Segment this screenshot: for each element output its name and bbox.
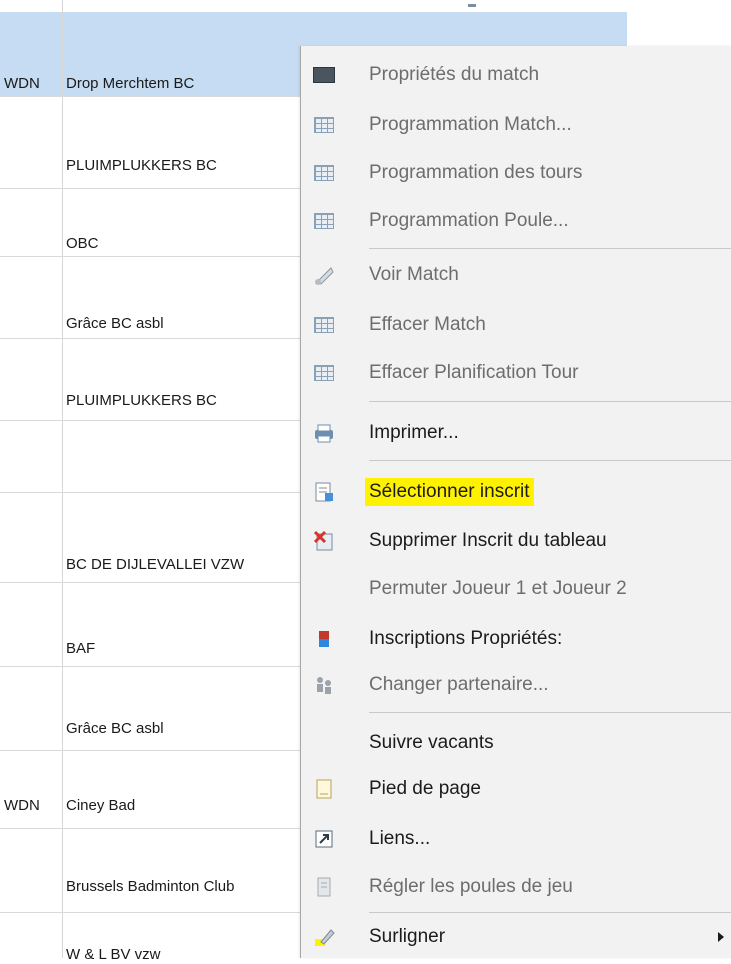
entry-club[interactable]: OBC [66,235,300,253]
menu-item-label: Permuter Joueur 1 et Joueur 2 [369,578,627,599]
match-score-icon [313,64,335,86]
menu-item-change-partner[interactable]: Changer partenaire... [301,662,731,708]
menu-item-match-properties[interactable]: Propriétés du match [301,52,731,98]
menu-item-remove-entry[interactable]: Supprimer Inscrit du tableau [301,518,731,564]
menu-item-label: Surligner [369,926,446,947]
entry-club[interactable]: Drop Merchtem BC [66,75,300,93]
menu-item-label: Effacer Match [369,314,486,335]
menu-item-clear-match[interactable]: Effacer Match [301,302,731,348]
menu-item-label: Liens... [369,828,431,849]
menu-item-links[interactable]: Liens... [301,816,731,862]
row-divider [0,828,300,829]
menu-item-select-entry[interactable]: Sélectionner inscrit [301,469,731,515]
menu-item-label: Régler les poules de jeu [369,876,573,897]
row-divider [0,750,300,751]
menu-item-print[interactable]: Imprimer... [301,410,731,456]
schedule-grid-icon [313,114,335,136]
entry-club[interactable]: BAF [66,640,300,658]
menu-item-entry-properties[interactable]: Inscriptions Propriétés: [301,616,731,662]
delete-entry-icon [313,530,335,552]
menu-separator [369,912,731,913]
menu-item-label: Programmation Poule... [369,210,569,231]
row-divider [0,666,300,667]
menu-item-schedule-pool[interactable]: Programmation Poule... [301,198,731,244]
row-divider [0,188,300,189]
row-divider [0,912,300,913]
menu-item-clear-round-schedule[interactable]: Effacer Planification Tour [301,350,731,396]
menu-separator [369,401,731,402]
menu-item-label: Propriétés du match [369,64,540,85]
menu-separator [369,712,731,713]
entry-properties-icon [313,628,335,650]
schedule-pool-icon [313,210,335,232]
menu-item-label: Pied de page [369,778,481,799]
change-partner-icon [313,674,335,696]
highlighter-icon [313,926,335,948]
clear-rounds-icon [313,362,335,384]
menu-item-page-footer[interactable]: Pied de page [301,766,731,812]
row-divider [0,492,300,493]
entry-club[interactable]: Grâce BC asbl [66,720,300,738]
shuttlecock-icon [313,264,335,286]
menu-item-label: Supprimer Inscrit du tableau [369,530,607,551]
menu-item-label: Inscriptions Propriétés: [369,628,563,649]
entry-club[interactable]: BC DE DIJLEVALLEI VZW [66,556,300,574]
menu-item-highlight[interactable]: Surligner [301,914,731,960]
entry-club[interactable]: PLUIMPLUKKERS BC [66,392,300,410]
entry-club[interactable]: Ciney Bad [66,797,300,815]
menu-item-label: Effacer Planification Tour [369,362,579,383]
menu-item-view-match[interactable]: Voir Match [301,252,731,298]
entry-code: WDN [4,75,40,92]
menu-item-label: Programmation Match... [369,114,572,135]
row-divider [0,96,300,97]
menu-item-schedule-match[interactable]: Programmation Match... [301,102,731,148]
row-divider [0,582,300,583]
entry-club[interactable]: Grâce BC asbl [66,315,300,333]
menu-item-label: Programmation des tours [369,162,583,183]
entry-club[interactable]: W & L BV vzw [66,946,300,964]
schedule-rounds-icon [313,162,335,184]
header-strip [0,0,627,12]
menu-item-schedule-rounds[interactable]: Programmation des tours [301,150,731,196]
submenu-arrow-icon [718,932,724,942]
clear-match-icon [313,314,335,336]
menu-item-pool-settings[interactable]: Régler les poules de jeu [301,864,731,910]
menu-item-label: Voir Match [369,264,459,285]
select-entry-icon [313,481,335,503]
row-divider [0,338,300,339]
footer-page-icon [313,778,335,800]
menu-item-swap-players[interactable]: Permuter Joueur 1 et Joueur 2 [301,566,731,612]
context-menu: Propriétés du match Programmation Match.… [300,46,731,958]
entry-club[interactable]: Brussels Badminton Club [66,878,300,896]
menu-separator [369,460,731,461]
column-divider [62,0,63,958]
menu-item-label: Imprimer... [369,422,459,443]
menu-separator [369,248,731,249]
row-divider [0,256,300,257]
printer-icon [313,422,335,444]
menu-item-follow-vacancies[interactable]: Suivre vacants [301,720,731,766]
menu-item-label: Changer partenaire... [369,674,549,695]
menu-item-label: Suivre vacants [369,732,494,753]
header-mark [468,4,476,7]
pool-settings-icon [313,876,335,898]
link-icon [313,828,335,850]
entry-club[interactable]: PLUIMPLUKKERS BC [66,157,300,175]
row-divider [0,420,300,421]
entry-code: WDN [4,797,40,814]
menu-item-label: Sélectionner inscrit [365,478,534,506]
